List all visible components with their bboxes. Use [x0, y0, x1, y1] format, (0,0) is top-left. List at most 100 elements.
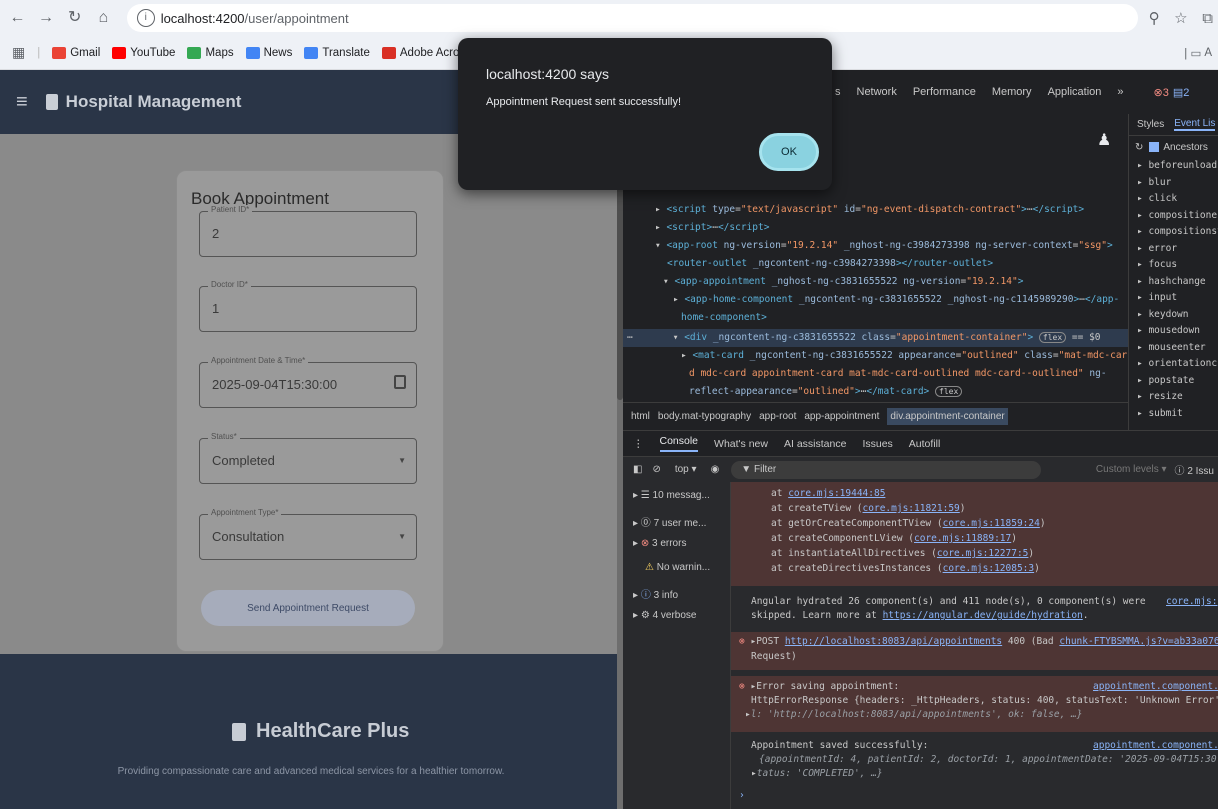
event-listener[interactable]: ▸ mouseenter [1137, 340, 1218, 357]
dom-node[interactable]: ▸ <script type="text/javascript" id="ng-… [655, 204, 1084, 215]
status-select[interactable]: Status* Completed ▼ [199, 432, 417, 484]
post-source-link[interactable]: chunk-FTYBSMMA.js?v=ab33a076: [1059, 636, 1218, 647]
ok-button[interactable]: OK [759, 133, 819, 171]
event-listener[interactable]: ▸ beforeunload [1137, 158, 1218, 175]
menu-icon[interactable]: ≡ [16, 91, 28, 114]
save-error-source-link[interactable]: appointment.component. [1093, 681, 1218, 692]
save-success-source-link[interactable]: appointment.component. [1093, 740, 1218, 751]
tab-event-listeners[interactable]: Event Lis [1174, 118, 1216, 131]
save-error-body[interactable]: HttpErrorResponse {headers: _HttpHeaders… [751, 695, 1218, 706]
event-listener[interactable]: ▸ compositionen [1137, 208, 1218, 225]
context-select[interactable]: top ▾ [675, 464, 697, 475]
event-listener[interactable]: ▸ popstate [1137, 373, 1218, 390]
tab-console[interactable]: Console [659, 435, 699, 452]
sidebar-item-verbose[interactable]: ▸ ⚙ 4 verbose [633, 610, 696, 621]
dom-node[interactable]: ▾ <app-appointment _nghost-ng-c383165552… [663, 276, 1023, 287]
save-success-body[interactable]: {appointmentId: 4, patientId: 2, doctorI… [759, 754, 1218, 765]
back-icon[interactable]: ← [6, 6, 29, 30]
crumb-body[interactable]: body.mat-typography [658, 411, 751, 422]
stack-link[interactable]: core.mjs:11821:59 [863, 503, 960, 514]
tab-application[interactable]: Application [1048, 86, 1102, 98]
sidebar-item-messages[interactable]: ▸ ☰ 10 messag... [633, 490, 710, 501]
error-count-badge[interactable]: ⊗3 [1154, 86, 1169, 99]
dom-node[interactable]: ▸ <script>⋯</script> [655, 222, 769, 233]
event-listener[interactable]: ▸ resize [1137, 389, 1218, 406]
stack-link[interactable]: core.mjs:19444:85 [788, 488, 885, 499]
tab-styles[interactable]: Styles [1137, 119, 1164, 130]
bookmark-youtube[interactable]: YouTube [112, 46, 175, 59]
dom-node[interactable]: ▸ <app-home-component _ngcontent-ng-c383… [673, 294, 1119, 305]
apps-icon[interactable]: ▦ [12, 44, 25, 61]
crumb-appointment-container[interactable]: div.appointment-container [887, 408, 1008, 425]
hydration-source-link[interactable]: core.mjs: [1166, 596, 1217, 607]
post-url-link[interactable]: http://localhost:8083/api/appointments [785, 636, 1002, 647]
post-error-line[interactable]: ⊗ ▸POST http://localhost:8083/api/appoin… [739, 636, 1218, 647]
stack-link[interactable]: core.mjs:11889:17 [914, 533, 1011, 544]
event-listener[interactable]: ▸ blur [1137, 175, 1218, 192]
dom-node[interactable]: ▾ <app-root ng-version="19.2.14" _nghost… [655, 240, 1113, 251]
doctor-id-field[interactable]: Doctor ID* 1 [199, 280, 417, 332]
clear-console-icon[interactable]: ⊘ [652, 464, 660, 475]
stack-link[interactable]: core.mjs:12277:5 [937, 548, 1029, 559]
bookmark-maps[interactable]: Maps [187, 46, 234, 59]
save-error-title[interactable]: ⊗ ▸Error saving appointment: [739, 681, 899, 692]
console-filter-input[interactable]: ▼ Filter [731, 460, 1042, 479]
more-tabs-icon[interactable]: » [1117, 86, 1123, 98]
event-listener[interactable]: ▸ orientationch [1137, 356, 1218, 373]
dom-node[interactable]: ▸ <mat-card _ngcontent-ng-c3831655522 ap… [681, 350, 1127, 361]
home-icon[interactable]: ⌂ [92, 6, 115, 30]
event-listener[interactable]: ▸ click [1137, 191, 1218, 208]
crumb-app-appointment[interactable]: app-appointment [804, 411, 879, 422]
bookmark-gmail[interactable]: Gmail [52, 46, 100, 59]
tab-issues[interactable]: Issues [862, 438, 892, 450]
tab-elements[interactable]: s [835, 86, 841, 98]
crumb-app-root[interactable]: app-root [759, 411, 796, 422]
console-prompt-icon[interactable]: › [739, 790, 745, 801]
live-expression-icon[interactable]: ◉ [711, 464, 720, 475]
address-bar[interactable]: i localhost:4200 /user/appointment [126, 4, 1138, 32]
star-icon[interactable]: ☆ [1170, 9, 1191, 27]
hydration-link[interactable]: https://angular.dev/guide/hydration [883, 610, 1083, 621]
sidebar-item-warnings[interactable]: ⚠ No warnin... [645, 562, 710, 573]
sidebar-item-errors[interactable]: ▸ ⊗ 3 errors [633, 538, 686, 549]
tab-whats-new[interactable]: What's new [714, 438, 768, 450]
event-listener[interactable]: ▸ submit [1137, 406, 1218, 423]
bookmark-folder[interactable]: | ▭ A [1184, 46, 1212, 60]
stack-link[interactable]: core.mjs:11859:24 [943, 518, 1040, 529]
sidebar-item-user-messages[interactable]: ▸ ⓪ 7 user me... [633, 514, 706, 529]
refresh-icon[interactable]: ↻ [1135, 142, 1143, 153]
event-listener[interactable]: ▸ compositionst [1137, 224, 1218, 241]
send-appointment-button[interactable]: Send Appointment Request [201, 590, 415, 626]
tab-network[interactable]: Network [857, 86, 897, 98]
reload-icon[interactable]: ↻ [63, 6, 86, 30]
dom-node-selected[interactable]: ⋯ ▾ <div _ngcontent-ng-c3831655522 class=… [623, 332, 1101, 343]
event-listener[interactable]: ▸ error [1137, 241, 1218, 258]
tab-memory[interactable]: Memory [992, 86, 1032, 98]
site-info-icon[interactable]: i [136, 9, 155, 27]
ancestors-checkbox[interactable] [1149, 142, 1160, 152]
tab-ai-assistance[interactable]: AI assistance [784, 438, 846, 450]
event-listener[interactable]: ▸ input [1137, 290, 1218, 307]
sidebar-item-info[interactable]: ▸ ⓘ 3 info [633, 586, 678, 601]
appointment-datetime-field[interactable]: Appointment Date & Time* 2025-09-04T15:3… [199, 356, 417, 408]
issues-counter[interactable]: ⓘ 2 Issu [1175, 462, 1214, 477]
accessibility-icon[interactable]: ♟ [1097, 130, 1111, 150]
calendar-icon[interactable] [394, 375, 406, 389]
drawer-menu-icon[interactable]: ⋮ [633, 438, 644, 450]
patient-id-field[interactable]: Patient ID* 2 [199, 205, 417, 257]
bookmark-translate[interactable]: Translate [304, 46, 370, 59]
event-listener[interactable]: ▸ keydown [1137, 307, 1218, 324]
appointment-type-select[interactable]: Appointment Type* Consultation ▼ [199, 508, 417, 560]
stack-link[interactable]: core.mjs:12085:3 [943, 563, 1035, 574]
sidebar-toggle-icon[interactable]: ◧ [633, 464, 642, 475]
log-levels-select[interactable]: Custom levels ▾ [1096, 464, 1167, 475]
event-listener[interactable]: ▸ hashchange [1137, 274, 1218, 291]
event-listener[interactable]: ▸ focus [1137, 257, 1218, 274]
bookmark-news[interactable]: News [245, 46, 292, 59]
crumb-html[interactable]: html [631, 411, 650, 422]
tab-autofill[interactable]: Autofill [909, 438, 941, 450]
dom-node[interactable]: <router-outlet _ngcontent-ng-c3984273398… [667, 258, 993, 269]
forward-icon[interactable]: → [35, 6, 58, 30]
tab-performance[interactable]: Performance [913, 86, 976, 98]
warning-count-badge[interactable]: ▤2 [1173, 86, 1190, 99]
